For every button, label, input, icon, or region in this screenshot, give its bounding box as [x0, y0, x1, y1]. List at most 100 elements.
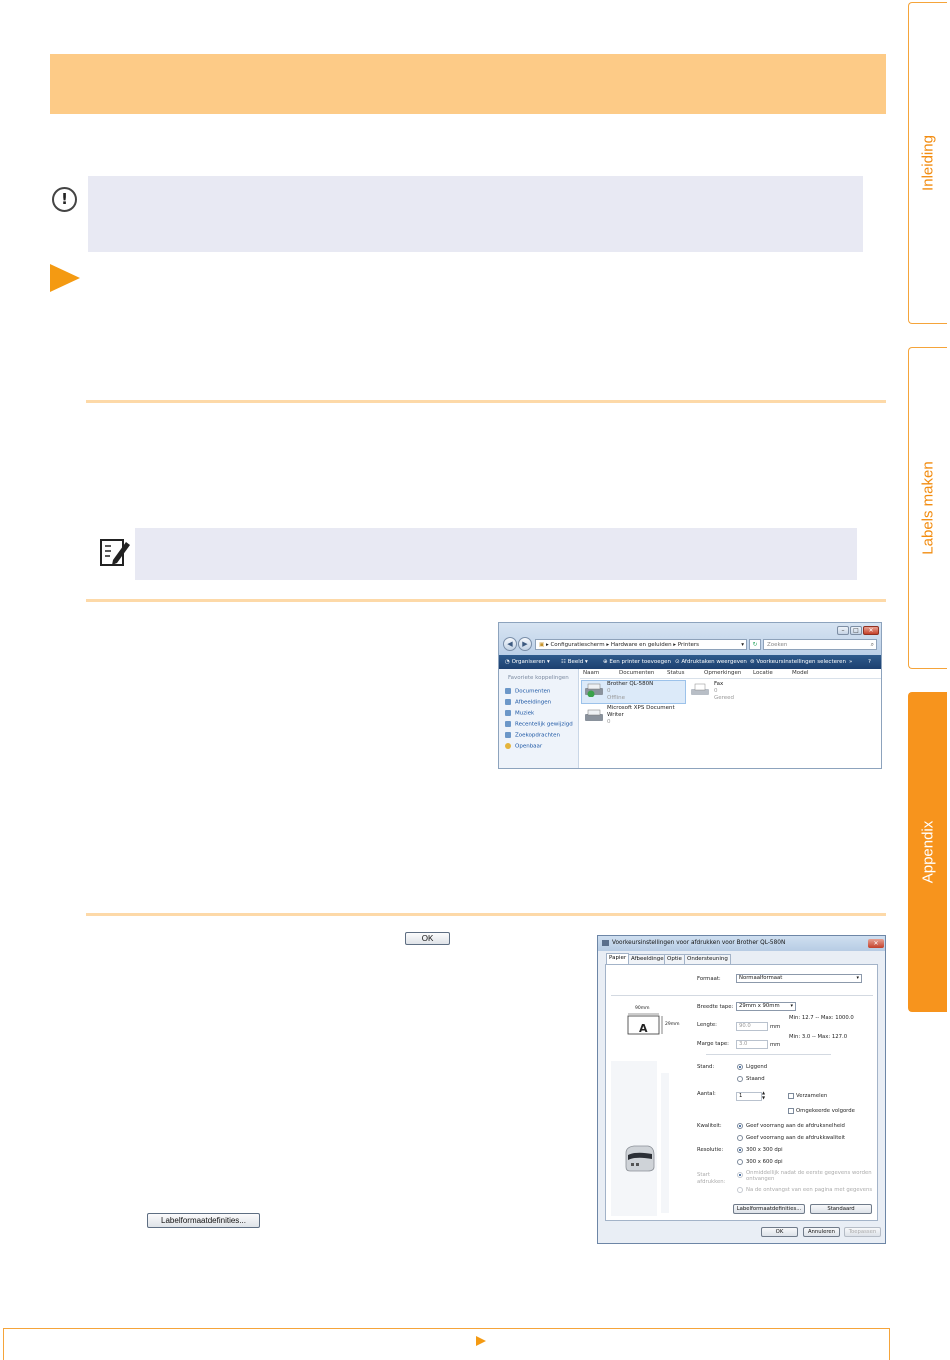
- sidebar-item-music[interactable]: Muziek: [505, 710, 534, 717]
- start-immediately-radio[interactable]: [737, 1172, 743, 1178]
- forward-icon[interactable]: ▶: [518, 637, 532, 651]
- printer-item-fax[interactable]: Fax 0 Gereed: [714, 681, 734, 702]
- start-after-page-label: Na de ontvangst van een pagina met gegev…: [746, 1187, 873, 1193]
- sidebar-item-searches[interactable]: Zoekopdrachten: [505, 732, 560, 739]
- side-tab-label: Labels maken: [919, 461, 937, 555]
- quality-speed-radio[interactable]: [737, 1123, 743, 1129]
- breadcrumb-item[interactable]: Hardware en geluiden: [611, 642, 672, 648]
- column-header-documents[interactable]: Documenten: [619, 670, 654, 676]
- column-header-name[interactable]: Naam: [583, 670, 599, 676]
- minimize-button[interactable]: –: [837, 626, 849, 635]
- important-notice-box: [88, 176, 863, 252]
- note-box: [135, 528, 857, 580]
- close-icon[interactable]: ✕: [868, 939, 884, 948]
- next-page-arrow-icon[interactable]: [476, 1336, 486, 1346]
- close-button[interactable]: ✕: [863, 626, 879, 635]
- collate-checkbox[interactable]: [788, 1093, 794, 1099]
- length-label: Lengte:: [697, 1022, 717, 1028]
- section-divider: [86, 913, 886, 916]
- resolution-600-radio[interactable]: [737, 1159, 743, 1165]
- label-format-button-inline[interactable]: Labelformaatdefinities...: [147, 1213, 260, 1228]
- printer-icon: [585, 709, 603, 721]
- chevron-down-icon[interactable]: ▾: [741, 640, 744, 649]
- reverse-order-label: Omgekeerde volgorde: [796, 1108, 855, 1114]
- tab-ondersteuning[interactable]: Ondersteuning: [684, 954, 731, 964]
- format-select[interactable]: Normaalformaat ▾: [736, 974, 862, 983]
- recent-icon: [505, 721, 511, 727]
- copies-spinner[interactable]: ▲ ▼: [762, 1090, 765, 1100]
- copies-input[interactable]: 1: [736, 1092, 762, 1101]
- column-header-location[interactable]: Locatie: [753, 670, 773, 676]
- view-button[interactable]: ☷ Beeld ▾: [561, 657, 588, 667]
- margin-input[interactable]: 3.0: [736, 1040, 768, 1049]
- sidebar-item-public[interactable]: Openbaar: [505, 743, 542, 750]
- breadcrumb-item[interactable]: Configuratiescherm: [550, 642, 604, 648]
- printer-icon: [585, 683, 603, 697]
- length-input[interactable]: 90.0: [736, 1022, 768, 1031]
- quality-quality-radio[interactable]: [737, 1135, 743, 1141]
- tab-optie[interactable]: Optie: [664, 954, 685, 964]
- start-print-label: afdrukken:: [697, 1179, 726, 1185]
- printers-explorer-window: – □ ✕ ◀ ▶ ▣ ▸ Configuratiescherm ▸ Hardw…: [498, 622, 882, 769]
- start-immediately-label: Onmiddellijk nadat de eerste gegevens wo…: [746, 1170, 872, 1182]
- reverse-order-checkbox[interactable]: [788, 1108, 794, 1114]
- printer-item-xps[interactable]: Microsoft XPS Document Writer 0: [607, 705, 675, 726]
- tab-papier[interactable]: Papier: [606, 953, 630, 964]
- address-bar[interactable]: ▣ ▸ Configuratiescherm ▸ Hardware en gel…: [535, 639, 747, 650]
- side-tab-appendix[interactable]: Appendix: [908, 692, 947, 1012]
- start-after-page-radio[interactable]: [737, 1187, 743, 1193]
- sidebar-title: Favoriete koppelingen: [508, 675, 569, 681]
- label-printer-icon: [625, 1145, 655, 1172]
- breadcrumb-item[interactable]: Printers: [678, 642, 699, 648]
- explorer-titlebar: – □ ✕ ◀ ▶ ▣ ▸ Configuratiescherm ▸ Hardw…: [499, 623, 881, 655]
- cancel-button[interactable]: Annuleren: [803, 1227, 840, 1237]
- note-pencil-icon: [100, 539, 130, 566]
- search-placeholder: Zoeken: [767, 642, 788, 648]
- back-icon[interactable]: ◀: [503, 637, 517, 651]
- column-header-model[interactable]: Model: [792, 670, 809, 676]
- label-format-definitions-button[interactable]: Labelformaatdefinities...: [733, 1204, 805, 1214]
- start-print-label: Start: [697, 1172, 710, 1178]
- side-tab-inleiding[interactable]: Inleiding: [908, 2, 947, 324]
- sidebar-item-recent[interactable]: Recentelijk gewijzigd: [505, 721, 573, 728]
- margin-range: Min: 3.0 -- Max: 127.0: [789, 1034, 848, 1040]
- resolution-label: Resolutie:: [697, 1147, 724, 1153]
- column-header-status[interactable]: Status: [667, 670, 685, 676]
- printer-item-brother[interactable]: Brother QL-580N 0 Offline: [607, 681, 653, 702]
- preview-width-label: 90mm: [635, 1006, 650, 1011]
- apply-button[interactable]: Toepassen: [844, 1227, 881, 1237]
- help-icon[interactable]: ?: [868, 657, 871, 667]
- sidebar-item-documents[interactable]: Documenten: [505, 688, 550, 695]
- resolution-600-label: 300 x 600 dpi: [746, 1159, 783, 1165]
- more-chevron-icon[interactable]: »: [849, 657, 852, 667]
- maximize-button[interactable]: □: [850, 626, 862, 635]
- documents-icon: [505, 688, 511, 694]
- resolution-300-label: 300 x 300 dpi: [746, 1147, 783, 1153]
- tape-width-select[interactable]: 29mm x 90mm ▾: [736, 1002, 796, 1011]
- preferences-button[interactable]: ⊜ Voorkeursinstellingen selecteren: [750, 657, 846, 667]
- refresh-icon[interactable]: ↻: [749, 639, 761, 650]
- background-block: [611, 1061, 657, 1216]
- print-queue-button[interactable]: ⊙ Afdruktaken weergeven: [675, 657, 747, 667]
- organize-button[interactable]: ◔ Organiseren ▾: [505, 657, 550, 667]
- side-tab-label: Inleiding: [919, 135, 937, 191]
- ok-button-inline[interactable]: OK: [405, 932, 450, 945]
- standard-button[interactable]: Standaard: [810, 1204, 872, 1214]
- sidebar-item-pictures[interactable]: Afbeeldingen: [505, 699, 551, 706]
- landscape-label: Liggend: [746, 1064, 768, 1070]
- resolution-300-radio[interactable]: [737, 1147, 743, 1153]
- add-printer-button[interactable]: ⊕ Een printer toevoegen: [603, 657, 671, 667]
- column-header-comments[interactable]: Opmerkingen: [704, 670, 741, 676]
- printing-preferences-dialog: Voorkeursinstellingen voor afdrukken voo…: [597, 935, 886, 1244]
- quality-label: Kwaliteit:: [697, 1123, 722, 1129]
- public-icon: [505, 743, 511, 749]
- ok-button[interactable]: OK: [761, 1227, 798, 1237]
- portrait-radio[interactable]: [737, 1076, 743, 1082]
- landscape-radio[interactable]: [737, 1064, 743, 1070]
- footer-bar: [3, 1328, 890, 1360]
- search-input[interactable]: Zoeken ⌕: [763, 639, 877, 650]
- length-unit: mm: [770, 1024, 781, 1030]
- side-tab-label: Appendix: [919, 820, 937, 884]
- format-label: Formaat:: [697, 976, 721, 982]
- side-tab-labels-maken[interactable]: Labels maken: [908, 347, 947, 669]
